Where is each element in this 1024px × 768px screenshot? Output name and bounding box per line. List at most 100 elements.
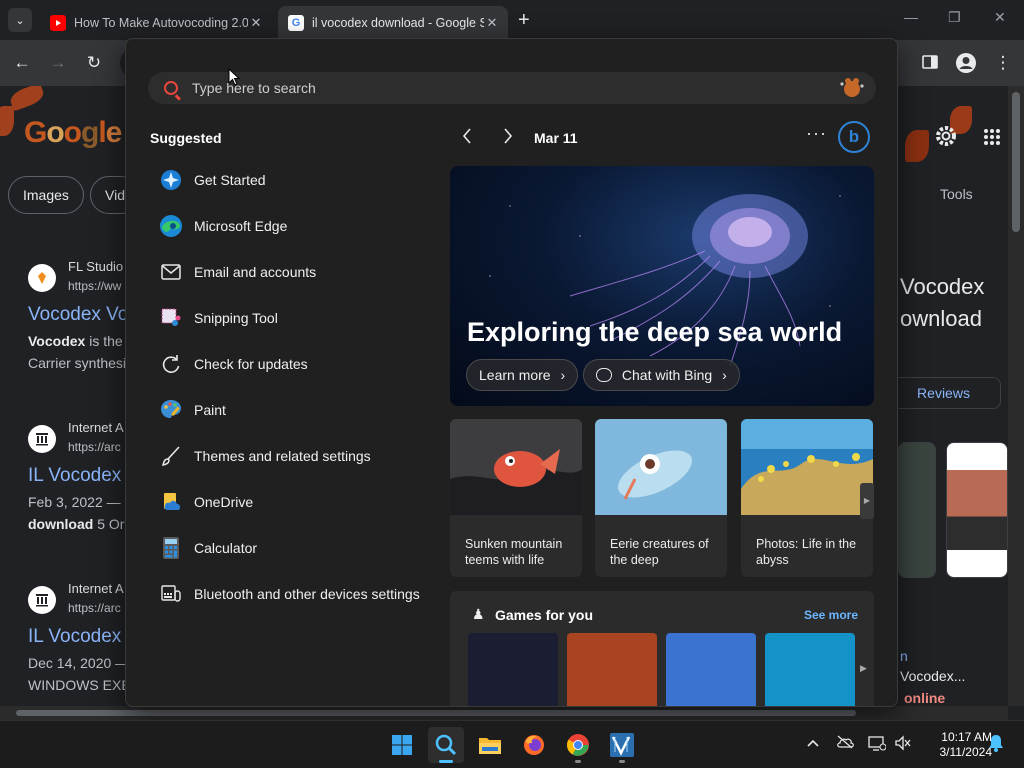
onedrive-icon bbox=[158, 489, 184, 515]
result-snippet: Dec 14, 2020 — bbox=[28, 655, 130, 671]
game-tile[interactable] bbox=[468, 633, 558, 706]
onedrive-tray-icon[interactable] bbox=[836, 735, 854, 752]
game-tile[interactable] bbox=[567, 633, 657, 706]
back-button[interactable]: ← bbox=[11, 52, 33, 74]
suggested-item-check-for-updates[interactable]: Check for updates bbox=[150, 341, 440, 387]
minimize-button[interactable]: — bbox=[904, 9, 918, 25]
panel-link[interactable]: n bbox=[900, 648, 908, 664]
close-window-button[interactable]: ✕ bbox=[994, 9, 1006, 26]
result-title-link[interactable]: IL Vocodex bbox=[28, 465, 121, 487]
image-thumbnail[interactable] bbox=[898, 442, 936, 578]
suggested-item-paint[interactable]: Paint bbox=[150, 387, 440, 433]
chrome-taskbar-button[interactable] bbox=[560, 727, 596, 763]
news-card[interactable]: Eerie creatures of the deep bbox=[595, 419, 727, 577]
firefox-taskbar-button[interactable] bbox=[516, 727, 552, 763]
knowledge-panel-title: Vocodex bbox=[900, 274, 985, 299]
panel-link[interactable]: Vocodex... bbox=[900, 668, 965, 684]
start-button[interactable] bbox=[384, 727, 420, 763]
show-hidden-icons-button[interactable] bbox=[806, 735, 820, 751]
suggested-item-label: Calculator bbox=[194, 540, 258, 556]
chat-with-bing-button[interactable]: Chat with Bing › bbox=[583, 359, 740, 391]
vocodex-app-icon bbox=[610, 733, 634, 757]
system-clock[interactable]: 10:17 AM 3/11/2024 bbox=[918, 730, 993, 760]
close-tab-icon[interactable]: ✕ bbox=[484, 15, 500, 31]
suggested-item-label: Bluetooth and other devices settings bbox=[194, 586, 420, 602]
vocodex-taskbar-button[interactable] bbox=[604, 727, 640, 763]
volume-muted-icon[interactable] bbox=[894, 735, 912, 754]
search-input[interactable] bbox=[192, 80, 792, 96]
news-card[interactable]: Photos: Life in the abyss bbox=[741, 419, 873, 577]
cards-next-button[interactable]: ▶ bbox=[860, 483, 874, 519]
suggested-item-snipping-tool[interactable]: Snipping Tool bbox=[150, 295, 440, 341]
tab-strip: ⌄ How To Make Autovocoding 2.0 ✕ G il vo… bbox=[0, 0, 1024, 40]
new-tab-button[interactable]: + bbox=[518, 9, 530, 32]
next-day-button[interactable] bbox=[502, 127, 514, 150]
reviews-tab[interactable]: Reviews bbox=[886, 377, 1001, 409]
tab-youtube[interactable]: How To Make Autovocoding 2.0 ✕ bbox=[40, 6, 272, 40]
settings-gear-icon[interactable] bbox=[934, 124, 958, 153]
bing-mascot-icon[interactable] bbox=[838, 76, 864, 100]
close-tab-icon[interactable]: ✕ bbox=[248, 15, 264, 31]
reload-button[interactable]: ↻ bbox=[83, 52, 105, 74]
result-site-name: FL Studio bbox=[68, 259, 124, 274]
suggested-item-themes[interactable]: Themes and related settings bbox=[150, 433, 440, 479]
firefox-icon bbox=[524, 735, 544, 755]
tools-button[interactable]: Tools bbox=[940, 186, 973, 202]
result-title-link[interactable]: IL Vocodex bbox=[28, 626, 121, 648]
file-explorer-icon bbox=[479, 738, 501, 754]
search-box[interactable] bbox=[148, 72, 876, 104]
suggested-item-calculator[interactable]: Calculator bbox=[150, 525, 440, 571]
google-icon: G bbox=[288, 15, 304, 31]
news-card-caption: Photos: Life in the abyss bbox=[756, 537, 857, 567]
suggested-item-microsoft-edge[interactable]: Microsoft Edge bbox=[150, 203, 440, 249]
brush-icon bbox=[158, 443, 184, 469]
restore-button[interactable]: ❐ bbox=[948, 9, 961, 26]
result-url: https://ww bbox=[68, 279, 122, 293]
hero-title: Exploring the deep sea world bbox=[467, 317, 843, 347]
news-card[interactable]: Sunken mountain teems with life bbox=[450, 419, 582, 577]
suggested-heading: Suggested bbox=[150, 130, 222, 146]
network-icon[interactable] bbox=[868, 735, 887, 754]
result-title-link[interactable]: Vocodex Vo bbox=[28, 304, 128, 326]
bing-chat-button[interactable]: b bbox=[838, 121, 870, 153]
more-options-icon[interactable]: ··· bbox=[806, 123, 827, 144]
suggested-item-email-and-accounts[interactable]: Email and accounts bbox=[150, 249, 440, 295]
paint-icon bbox=[158, 397, 184, 423]
internet-archive-icon bbox=[28, 586, 56, 614]
search-icon bbox=[435, 734, 457, 756]
horizontal-scrollbar[interactable] bbox=[0, 706, 1008, 720]
refresh-icon bbox=[158, 351, 184, 377]
learn-more-button[interactable]: Learn more › bbox=[466, 359, 579, 391]
result-snippet: download 5 Orig bbox=[28, 516, 136, 532]
games-next-icon[interactable]: ▶ bbox=[860, 663, 867, 674]
side-panel-icon[interactable] bbox=[920, 52, 942, 74]
suggested-item-onedrive[interactable]: OneDrive bbox=[150, 479, 440, 525]
see-more-link[interactable]: See more bbox=[804, 608, 858, 622]
chat-with-bing-label: Chat with Bing bbox=[621, 367, 713, 383]
mouse-cursor-icon bbox=[228, 68, 240, 86]
apps-grid-icon[interactable] bbox=[983, 128, 1001, 151]
tab-search-button[interactable]: ⌄ bbox=[8, 8, 32, 32]
chrome-menu-icon[interactable]: ⋮ bbox=[992, 52, 1014, 74]
forward-button[interactable]: → bbox=[47, 52, 69, 74]
file-explorer-taskbar-button[interactable] bbox=[472, 727, 508, 763]
news-card-image bbox=[450, 419, 582, 515]
date-label: Mar 11 bbox=[534, 130, 578, 146]
game-tile[interactable] bbox=[666, 633, 756, 706]
image-thumbnail[interactable] bbox=[946, 442, 1008, 578]
google-doodle-logo[interactable]: Google bbox=[24, 116, 122, 150]
search-taskbar-button[interactable] bbox=[428, 727, 464, 763]
filter-chip-images[interactable]: Images bbox=[8, 176, 84, 214]
fl-studio-favicon bbox=[28, 264, 56, 292]
games-icon: ♟ bbox=[472, 606, 485, 622]
vertical-scrollbar[interactable] bbox=[1008, 86, 1024, 706]
suggested-item-get-started[interactable]: Get Started bbox=[150, 157, 440, 203]
game-tile[interactable] bbox=[765, 633, 855, 706]
chrome-icon bbox=[567, 734, 589, 756]
tab-google-search[interactable]: G il vocodex download - Google S ✕ bbox=[278, 6, 508, 40]
hero-card[interactable]: Exploring the deep sea world Learn more … bbox=[450, 166, 874, 406]
suggested-item-bluetooth-devices[interactable]: Bluetooth and other devices settings bbox=[150, 571, 440, 617]
profile-icon[interactable] bbox=[955, 52, 977, 74]
notification-bell-icon[interactable] bbox=[988, 734, 1004, 755]
previous-day-button[interactable] bbox=[461, 127, 473, 150]
